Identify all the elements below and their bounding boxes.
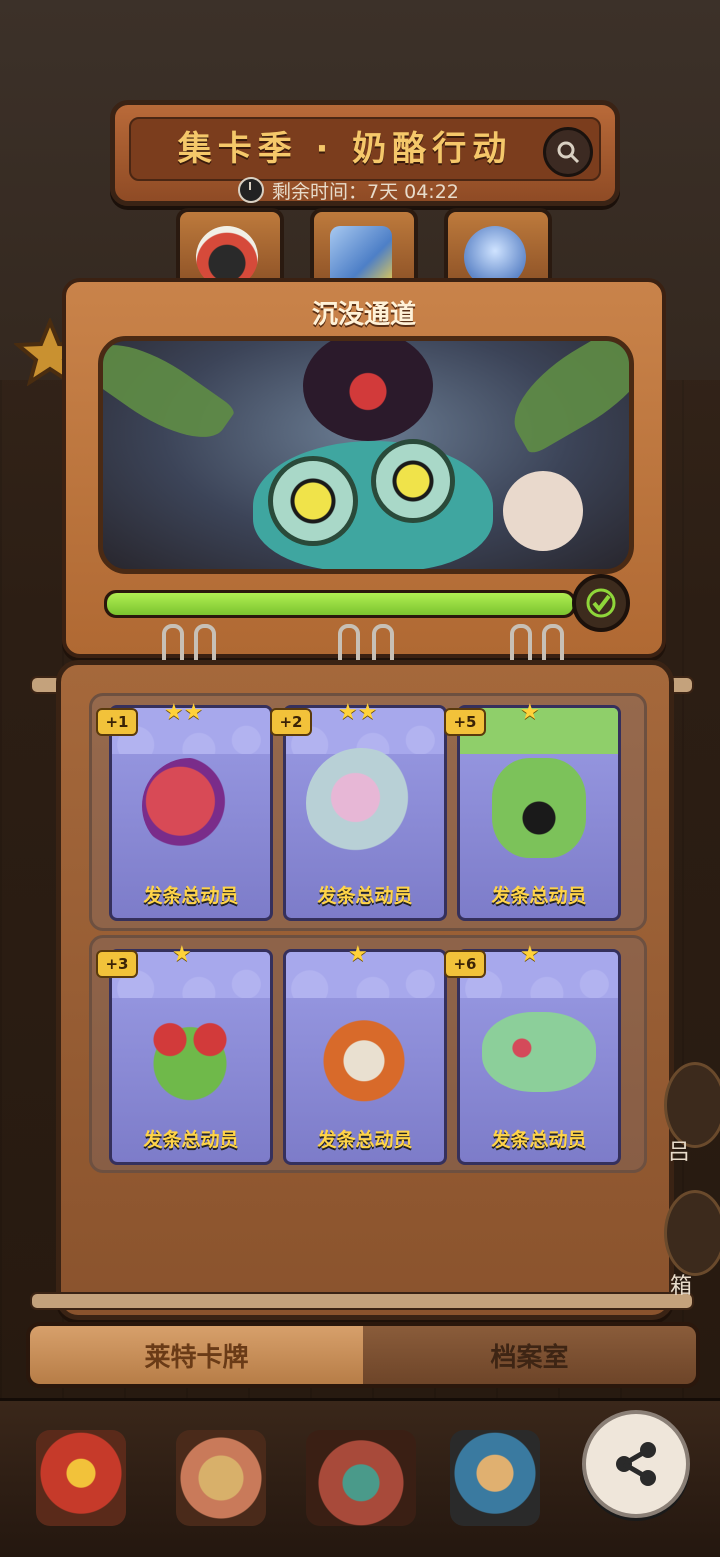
card-character-art: [306, 748, 416, 858]
nav-goggles-icon[interactable]: [450, 1430, 540, 1526]
search-button[interactable]: [543, 127, 593, 177]
nav-star-chest-icon[interactable]: [36, 1430, 126, 1526]
card-count-badge: +5: [444, 708, 486, 736]
card-name: 发条总动员: [317, 1129, 413, 1151]
artwork-frog-eye-left: [268, 456, 358, 546]
nav-lunchbox-icon[interactable]: [176, 1430, 266, 1526]
card-character-art: [492, 758, 586, 858]
clock-icon: [238, 177, 264, 203]
card-stars: ★: [172, 942, 192, 967]
card-name: 发条总动员: [317, 885, 413, 907]
nav-control-panel-icon[interactable]: [306, 1430, 416, 1526]
card-count-badge: +1: [96, 708, 138, 736]
tab-cards[interactable]: 莱特卡牌: [30, 1326, 363, 1384]
side-button-2[interactable]: [664, 1190, 720, 1276]
card-name: 发条总动员: [491, 885, 587, 907]
card-binder: 发条总动员 发条总动员 发条总动员 发条总动员 发条总动员 发条总动员: [56, 660, 674, 1320]
card-count-badge: +2: [270, 708, 312, 736]
chapter-title: 沉没通道: [311, 300, 416, 330]
card-stars: ★★: [164, 700, 204, 725]
card-stars: ★: [348, 942, 368, 967]
collection-card[interactable]: 发条总动员: [109, 949, 273, 1165]
collection-card[interactable]: 发条总动员: [457, 705, 621, 921]
collection-card[interactable]: 发条总动员: [283, 705, 447, 921]
card-stars: ★: [520, 700, 540, 725]
chapter-progress-fill: [107, 593, 573, 615]
chapter-complete-button[interactable]: [572, 574, 630, 632]
artwork-leaf: [103, 341, 237, 459]
check-icon: [586, 588, 616, 618]
card-stars: ★: [520, 942, 540, 967]
card-count-badge: +6: [444, 950, 486, 978]
card-name: 发条总动员: [143, 1129, 239, 1151]
tab-archive[interactable]: 档案室: [363, 1326, 696, 1384]
card-stars: ★★: [338, 700, 378, 725]
timer-text: 剩余时间：7天 04:22: [272, 180, 459, 203]
card-name: 发条总动员: [491, 1129, 587, 1151]
chapter-progress-bar: [104, 590, 576, 618]
chapter-panel: 沉没通道: [62, 278, 666, 658]
card-name: 发条总动员: [143, 885, 239, 907]
artwork-leaf: [496, 341, 629, 457]
countdown-timer: 剩余时间：7天 04:22: [238, 176, 459, 204]
side-label-2: 箱: [670, 1274, 693, 1299]
search-icon: [557, 141, 580, 164]
collection-card[interactable]: 发条总动员: [457, 949, 621, 1165]
chapter-artwork: [98, 336, 634, 574]
card-character-art: [316, 1008, 412, 1104]
artwork-mouse: [503, 471, 583, 551]
artwork-villain: [303, 341, 433, 441]
collection-card[interactable]: 发条总动员: [283, 949, 447, 1165]
card-character-art: [140, 1006, 240, 1102]
collection-tabs: 莱特卡牌 档案室: [26, 1322, 700, 1388]
side-label-1: 吕: [668, 1140, 691, 1165]
page-title: 集卡季 · 奶酪行动: [177, 129, 513, 169]
card-count-badge: +3: [96, 950, 138, 978]
share-button[interactable]: [582, 1410, 690, 1518]
card-character-art: [142, 758, 238, 854]
artwork-frog-eye-right: [371, 439, 455, 523]
share-icon: [616, 1442, 656, 1486]
card-character-art: [482, 1012, 596, 1092]
binder-rod-bottom: [30, 1292, 694, 1310]
collection-card[interactable]: 发条总动员: [109, 705, 273, 921]
